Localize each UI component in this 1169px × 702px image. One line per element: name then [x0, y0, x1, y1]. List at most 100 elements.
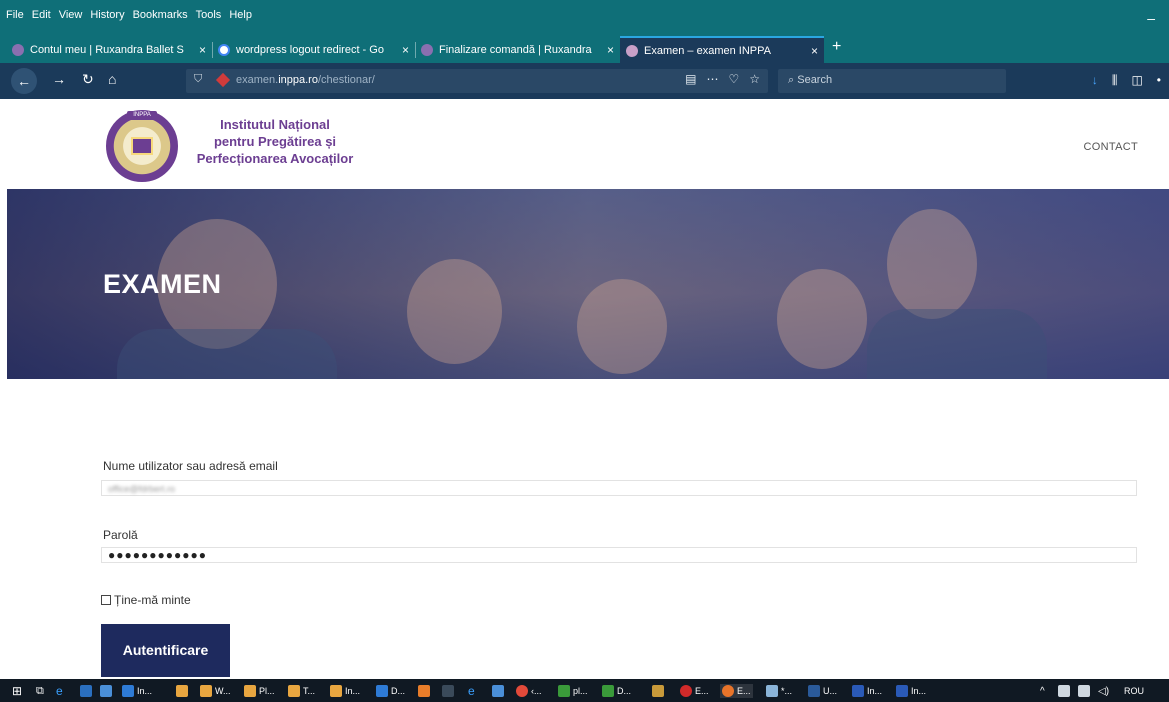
reload-icon[interactable]: ↻: [82, 71, 94, 88]
app-icon[interactable]: [80, 684, 95, 698]
tray-volume-icon[interactable]: ◁): [1098, 684, 1109, 698]
tray-network-icon[interactable]: [1058, 684, 1073, 698]
menu-list: File Edit View History Bookmarks Tools H…: [6, 9, 252, 21]
menu-edit[interactable]: Edit: [32, 9, 51, 21]
home-icon[interactable]: ⌂: [108, 71, 116, 87]
close-tab-icon[interactable]: ×: [811, 44, 818, 58]
close-tab-icon[interactable]: ×: [199, 43, 206, 57]
pocket-icon[interactable]: ♡: [728, 72, 739, 86]
menu-bookmarks[interactable]: Bookmarks: [133, 9, 188, 21]
remember-me-label: Ține-mă minte: [114, 593, 191, 607]
url-path: /chestionar/: [317, 74, 375, 86]
hero-photo-person: [407, 259, 502, 364]
remember-me[interactable]: Ține-mă minte: [101, 593, 191, 607]
sidebar-icon[interactable]: ◫: [1131, 73, 1142, 88]
nav-contact-link[interactable]: CONTACT: [1084, 141, 1138, 153]
toolbar-right: ↓ ⫼ ◫ •: [1092, 73, 1161, 88]
taskbar-item-firefox[interactable]: E...: [720, 684, 753, 698]
menu-file[interactable]: File: [6, 9, 24, 21]
tab-strip: Contul meu | Ruxandra Ballet S × wordpre…: [0, 34, 1169, 63]
taskbar-item[interactable]: In...: [122, 684, 152, 698]
taskbar-item[interactable]: W...: [200, 684, 231, 698]
username-field[interactable]: office@fdrbert.ro: [101, 480, 1137, 496]
terminal-icon[interactable]: [442, 684, 457, 698]
forward-arrow-icon[interactable]: →: [52, 71, 66, 87]
navigation-bar: ← → ↻ ⌂ ⛉ examen.inppa.ro/chestionar/ ▤ …: [0, 63, 1169, 99]
app-icon[interactable]: [652, 684, 667, 698]
extension-icon[interactable]: •: [1157, 73, 1161, 88]
tab-title: Finalizare comandă | Ruxandra: [439, 44, 592, 56]
book-icon: [131, 137, 153, 155]
taskbar-label: ‹...: [531, 686, 542, 696]
brand-line-1: Institutul Național: [220, 117, 330, 132]
site-header: INPPA Institutul Național pentru Pregăti…: [0, 99, 1169, 189]
logo-ribbon: INPPA: [127, 111, 157, 120]
taskbar-label: D...: [617, 686, 632, 696]
taskbar-item[interactable]: pl...: [558, 684, 588, 698]
windows-start-icon[interactable]: ⊞: [12, 684, 22, 698]
taskbar-item[interactable]: In...: [330, 684, 360, 698]
close-tab-icon[interactable]: ×: [402, 43, 409, 57]
taskbar-item[interactable]: D...: [376, 684, 405, 698]
inppa-logo-icon[interactable]: INPPA: [106, 110, 178, 182]
taskbar-label: T...: [303, 686, 316, 696]
bookmark-star-icon[interactable]: ☆: [749, 72, 760, 86]
brand-line-2: pentru Pregătirea și: [213, 134, 337, 149]
library-icon[interactable]: ⫼: [1112, 73, 1118, 88]
hero-photo-person: [577, 279, 667, 374]
tab-contul-meu[interactable]: Contul meu | Ruxandra Ballet S ×: [6, 38, 212, 62]
taskbar-item[interactable]: ‹...: [516, 684, 542, 698]
hero-photo-person: [887, 209, 977, 319]
site-security-icon[interactable]: [215, 72, 231, 88]
tab-wordpress-search[interactable]: wordpress logout redirect - Go ×: [212, 38, 415, 62]
menu-view[interactable]: View: [59, 9, 83, 21]
menu-history[interactable]: History: [90, 9, 124, 21]
taskbar-item[interactable]: *...: [766, 684, 792, 698]
menu-bar: File Edit View History Bookmarks Tools H…: [0, 0, 1169, 34]
minimize-button[interactable]: –: [1147, 10, 1155, 26]
mail-icon[interactable]: [176, 684, 191, 698]
app-icon[interactable]: [100, 684, 115, 698]
app-icon[interactable]: [492, 684, 507, 698]
ie-icon[interactable]: e: [468, 684, 475, 698]
tab-examen-active[interactable]: Examen – examen INPPA ×: [620, 36, 824, 63]
task-view-icon[interactable]: ⧉: [36, 684, 44, 698]
taskbar-item[interactable]: U...: [808, 684, 837, 698]
app-icon[interactable]: [418, 684, 433, 698]
password-value: ●●●●●●●●●●●●: [108, 548, 207, 562]
tray-display-icon[interactable]: [1078, 684, 1093, 698]
taskbar-item[interactable]: E...: [680, 684, 709, 698]
tray-overflow-icon[interactable]: ^: [1040, 684, 1045, 698]
search-input[interactable]: ⌕ Search: [778, 69, 1006, 93]
remember-me-checkbox[interactable]: [101, 595, 111, 605]
menu-tools[interactable]: Tools: [196, 9, 222, 21]
back-arrow-icon[interactable]: ←: [11, 68, 37, 94]
tab-title: Contul meu | Ruxandra Ballet S: [30, 44, 184, 56]
password-field[interactable]: ●●●●●●●●●●●●: [101, 547, 1137, 563]
tab-finalizare-comanda[interactable]: Finalizare comandă | Ruxandra ×: [415, 38, 620, 62]
windows-taskbar: ⊞ ⧉ e In... W... Pl... T... In... D... e…: [0, 679, 1169, 702]
close-tab-icon[interactable]: ×: [607, 43, 614, 57]
url-text[interactable]: examen.inppa.ro/chestionar/: [236, 74, 375, 86]
site-brand-name[interactable]: Institutul Național pentru Pregătirea și…: [180, 116, 370, 167]
taskbar-item[interactable]: In...: [852, 684, 882, 698]
reader-view-icon[interactable]: ▤: [685, 72, 696, 86]
taskbar-item[interactable]: Pl...: [244, 684, 275, 698]
taskbar-label: In...: [345, 686, 361, 696]
address-bar[interactable]: ⛉ examen.inppa.ro/chestionar/ ▤ ⋯ ♡ ☆: [186, 69, 768, 93]
tray-language[interactable]: ROU: [1124, 684, 1144, 698]
address-bar-actions: ▤ ⋯ ♡ ☆: [685, 72, 760, 86]
page-actions-icon[interactable]: ⋯: [706, 72, 718, 86]
hero-banner: EXAMEN: [7, 189, 1169, 379]
tab-title: wordpress logout redirect - Go: [236, 44, 384, 56]
login-button[interactable]: Autentificare: [101, 624, 230, 677]
taskbar-item[interactable]: In...: [896, 684, 926, 698]
taskbar-item[interactable]: T...: [288, 684, 315, 698]
menu-help[interactable]: Help: [229, 9, 252, 21]
username-label: Nume utilizator sau adresă email: [103, 459, 278, 473]
edge-icon[interactable]: e: [56, 684, 63, 698]
new-tab-button[interactable]: +: [832, 38, 841, 56]
taskbar-item[interactable]: D...: [602, 684, 631, 698]
download-icon[interactable]: ↓: [1092, 73, 1098, 88]
tracking-shield-icon[interactable]: ⛉: [194, 73, 202, 86]
